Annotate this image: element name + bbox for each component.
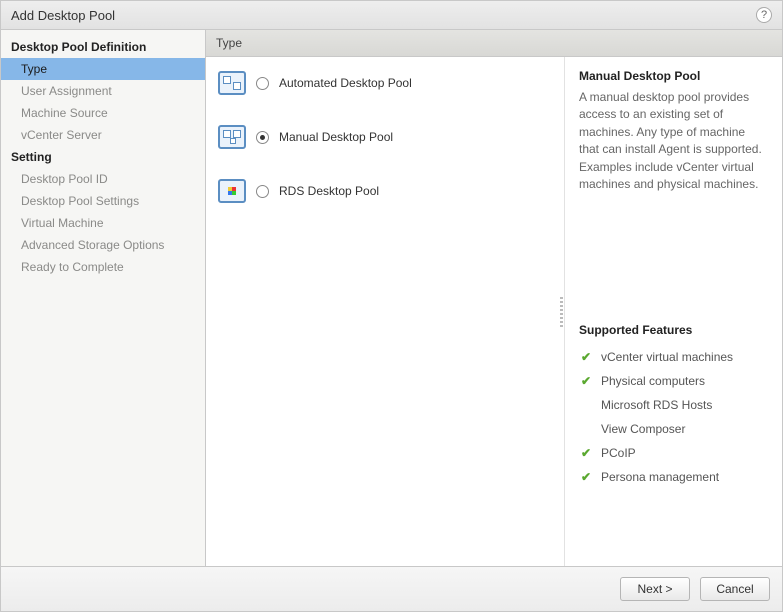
sidebar-item-pool-settings[interactable]: Desktop Pool Settings <box>1 190 205 212</box>
feature-item: ✔ Physical computers <box>579 369 768 393</box>
dialog-body: Desktop Pool Definition Type User Assign… <box>1 30 782 566</box>
main-panel: Type Automated Desktop Pool Manual Deskt… <box>206 30 782 566</box>
splitter-grip-icon <box>560 297 563 327</box>
feature-label: Physical computers <box>601 374 705 388</box>
supported-features-list: ✔ vCenter virtual machines ✔ Physical comp… <box>579 345 768 489</box>
add-desktop-pool-dialog: Add Desktop Pool ? Desktop Pool Definiti… <box>0 0 783 612</box>
sidebar-item-user-assignment[interactable]: User Assignment <box>1 80 205 102</box>
sidebar-heading-setting: Setting <box>1 146 205 168</box>
manual-pool-icon <box>218 125 246 149</box>
feature-item: ✔ PCoIP <box>579 441 768 465</box>
option-label-rds[interactable]: RDS Desktop Pool <box>279 184 379 198</box>
sidebar-item-type[interactable]: Type <box>1 58 205 80</box>
option-label-automated[interactable]: Automated Desktop Pool <box>279 76 412 90</box>
sidebar-item-ready-complete[interactable]: Ready to Complete <box>1 256 205 278</box>
feature-item: ✔ Persona management <box>579 465 768 489</box>
radio-manual[interactable] <box>256 131 269 144</box>
radio-rds[interactable] <box>256 185 269 198</box>
check-icon: ✔ <box>579 446 593 460</box>
radio-automated[interactable] <box>256 77 269 90</box>
features-heading: Supported Features <box>579 323 768 337</box>
feature-label: Persona management <box>601 470 719 484</box>
window-title: Add Desktop Pool <box>11 8 115 23</box>
feature-label: vCenter virtual machines <box>601 350 733 364</box>
cancel-button[interactable]: Cancel <box>700 577 770 601</box>
check-icon-blank: ✔ <box>579 398 593 412</box>
option-label-manual[interactable]: Manual Desktop Pool <box>279 130 393 144</box>
option-automated[interactable]: Automated Desktop Pool <box>218 71 547 95</box>
help-icon[interactable]: ? <box>756 7 772 23</box>
info-panel: Manual Desktop Pool A manual desktop poo… <box>564 57 782 566</box>
check-icon-blank: ✔ <box>579 422 593 436</box>
feature-label: Microsoft RDS Hosts <box>601 398 712 412</box>
next-button[interactable]: Next > <box>620 577 690 601</box>
check-icon: ✔ <box>579 470 593 484</box>
wizard-sidebar: Desktop Pool Definition Type User Assign… <box>1 30 206 566</box>
dialog-footer: Next > Cancel <box>1 566 782 611</box>
feature-label: PCoIP <box>601 446 636 460</box>
info-spacer <box>579 193 768 323</box>
feature-item: ✔ vCenter virtual machines <box>579 345 768 369</box>
option-manual[interactable]: Manual Desktop Pool <box>218 125 547 149</box>
feature-item: ✔ Microsoft RDS Hosts <box>579 393 768 417</box>
pool-type-options: Automated Desktop Pool Manual Desktop Po… <box>206 57 559 566</box>
sidebar-heading-definition: Desktop Pool Definition <box>1 36 205 58</box>
sidebar-item-advanced-storage[interactable]: Advanced Storage Options <box>1 234 205 256</box>
rds-pool-icon <box>218 179 246 203</box>
check-icon: ✔ <box>579 374 593 388</box>
option-rds[interactable]: RDS Desktop Pool <box>218 179 547 203</box>
info-title: Manual Desktop Pool <box>579 69 768 83</box>
sidebar-item-machine-source[interactable]: Machine Source <box>1 102 205 124</box>
automated-pool-icon <box>218 71 246 95</box>
main-header: Type <box>206 30 782 57</box>
check-icon: ✔ <box>579 350 593 364</box>
sidebar-item-pool-id[interactable]: Desktop Pool ID <box>1 168 205 190</box>
main-body: Automated Desktop Pool Manual Desktop Po… <box>206 57 782 566</box>
sidebar-item-virtual-machine[interactable]: Virtual Machine <box>1 212 205 234</box>
feature-label: View Composer <box>601 422 685 436</box>
feature-item: ✔ View Composer <box>579 417 768 441</box>
titlebar: Add Desktop Pool ? <box>1 1 782 30</box>
sidebar-item-vcenter-server[interactable]: vCenter Server <box>1 124 205 146</box>
info-description: A manual desktop pool provides access to… <box>579 89 768 193</box>
